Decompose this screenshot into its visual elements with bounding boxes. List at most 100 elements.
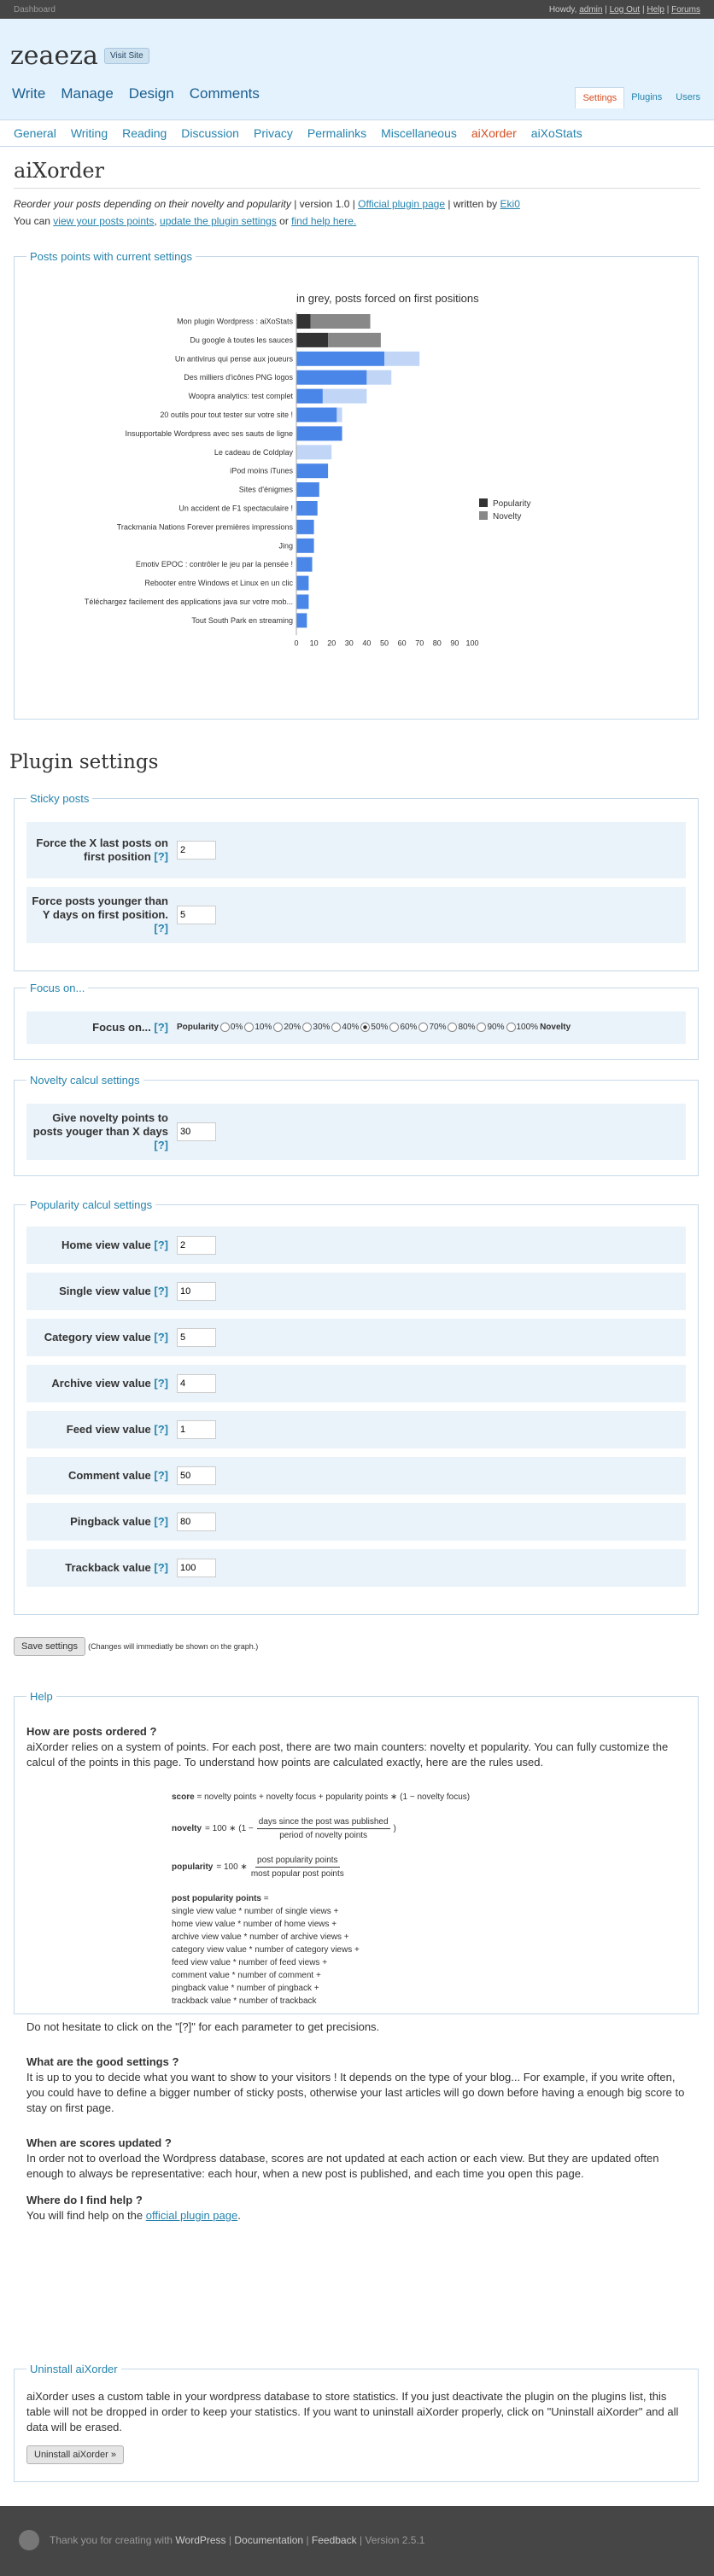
help-link[interactable]: [?] [154,1469,168,1482]
site-title[interactable]: zeaeza [10,41,98,71]
radio-button[interactable] [244,1023,255,1033]
x-tick-label: 100 [465,638,478,647]
help-link[interactable]: [?] [154,1331,168,1343]
help-link[interactable]: [?] [154,1285,168,1297]
subnav-miscellaneous[interactable]: Miscellaneous [381,126,457,140]
help-link[interactable]: [?] [154,1021,168,1034]
save-settings-button[interactable]: Save settings [14,1637,86,1656]
home-view-value-input[interactable] [177,1236,216,1255]
dashboard-link[interactable]: Dashboard [14,5,56,15]
force-x-last-posts-input[interactable] [177,841,216,860]
help-link[interactable]: Help [647,5,664,15]
subnav-aixorder[interactable]: aiXorder [471,126,517,140]
footer-documentation-link[interactable]: Documentation [234,2534,303,2546]
help-link[interactable]: [?] [154,1238,168,1251]
radio-button[interactable] [506,1023,516,1033]
novelty-days-input[interactable] [177,1122,216,1141]
help-link[interactable]: [?] [154,850,168,863]
subnav-reading[interactable]: Reading [122,126,167,140]
help-link[interactable]: [?] [154,1515,168,1528]
x-tick-label: 60 [398,638,407,647]
subnav-permalinks[interactable]: Permalinks [307,126,366,140]
pingback-value-input[interactable] [177,1512,216,1531]
formula-novelty-fraction: days since the post was published period… [256,1815,390,1842]
subnav-discussion[interactable]: Discussion [181,126,239,140]
radio-button[interactable] [477,1023,487,1033]
forums-link[interactable]: Forums [671,5,700,15]
nav-plugins[interactable]: Plugins [624,87,669,108]
footer-text: Thank you for creating with WordPress | … [50,2534,424,2546]
footer-sep: | [228,2534,232,2546]
help-link[interactable]: [?] [154,922,168,935]
radio-button[interactable] [360,1023,371,1033]
nav-users[interactable]: Users [669,87,707,108]
author-link[interactable]: Eki0 [500,198,520,210]
footer-feedback-link[interactable]: Feedback [312,2534,357,2546]
find-help-link[interactable]: find help here. [291,215,356,227]
radio-button[interactable] [273,1023,284,1033]
single-view-value-input[interactable] [177,1282,216,1301]
radio-button[interactable] [219,1023,230,1033]
bar-novelty [310,314,371,329]
focus-option[interactable]: 50% [360,1023,388,1033]
bar-popularity [296,557,313,572]
focus-option-label: 80% [458,1023,476,1033]
focus-option[interactable]: 70% [418,1023,446,1033]
formula-line: category view value * number of category… [172,1945,360,1955]
radio-button[interactable] [418,1023,429,1033]
nav-manage[interactable]: Manage [61,85,113,102]
focus-option[interactable]: 40% [331,1023,359,1033]
radio-button[interactable] [389,1023,400,1033]
visit-site-button[interactable]: Visit Site [104,48,149,64]
subnav-writing[interactable]: Writing [71,126,108,140]
category-label: Rebooter entre Windows et Linux en un cl… [144,579,293,587]
focus-option[interactable]: 30% [302,1023,330,1033]
comment-value-input[interactable] [177,1466,216,1485]
setting-label-text: Archive view value [51,1377,151,1390]
help-link[interactable]: [?] [154,1423,168,1436]
nav-settings[interactable]: Settings [575,87,625,108]
formula-novelty-label: novelty [172,1824,202,1833]
category-label: Tout South Park en streaming [191,616,293,625]
footer-wordpress-link[interactable]: WordPress [175,2534,225,2546]
focus-option[interactable]: 100% [506,1023,538,1033]
category-view-value-input[interactable] [177,1328,216,1347]
nav-design[interactable]: Design [129,85,174,102]
force-younger-days-input[interactable] [177,906,216,924]
focus-option-label: 60% [400,1023,418,1033]
nav-comments[interactable]: Comments [190,85,260,102]
view-points-link[interactable]: view your posts points [53,215,154,227]
nav-write[interactable]: Write [12,85,45,102]
radio-button[interactable] [302,1023,313,1033]
trackback-value-input[interactable] [177,1559,216,1577]
feed-view-value-input[interactable] [177,1420,216,1439]
radio-button[interactable] [331,1023,342,1033]
official-plugin-link[interactable]: Official plugin page [358,198,445,210]
focus-option[interactable]: 60% [389,1023,418,1033]
subnav-general[interactable]: General [14,126,56,140]
uninstall-button[interactable]: Uninstall aiXorder » [26,2445,124,2464]
focus-option[interactable]: 10% [244,1023,272,1033]
wordpress-logo-icon[interactable] [19,2530,39,2550]
admin-topbar: Dashboard Howdy, admin | Log Out | Help … [0,0,714,19]
subnav-aixostats[interactable]: aiXoStats [531,126,582,140]
bar-popularity [296,501,318,516]
focus-option[interactable]: 90% [477,1023,505,1033]
help-link[interactable]: [?] [154,1377,168,1390]
setting-label: Single view value [?] [26,1278,173,1305]
archive-view-value-input[interactable] [177,1374,216,1393]
radio-button[interactable] [448,1023,458,1033]
footer-version: Version 2.5.1 [365,2534,425,2546]
user-link[interactable]: admin [579,5,602,15]
focus-option[interactable]: 80% [448,1023,476,1033]
focus-option[interactable]: 0% [219,1023,243,1033]
update-settings-link[interactable]: update the plugin settings [160,215,277,227]
legend-swatch [479,511,488,520]
setting-row: Force posts younger than Y days on first… [26,887,686,943]
subnav-privacy[interactable]: Privacy [254,126,293,140]
help-link[interactable]: [?] [154,1139,168,1151]
official-plugin-help-link[interactable]: official plugin page [146,2209,237,2222]
logout-link[interactable]: Log Out [610,5,641,15]
focus-option[interactable]: 20% [273,1023,301,1033]
help-link[interactable]: [?] [154,1561,168,1574]
